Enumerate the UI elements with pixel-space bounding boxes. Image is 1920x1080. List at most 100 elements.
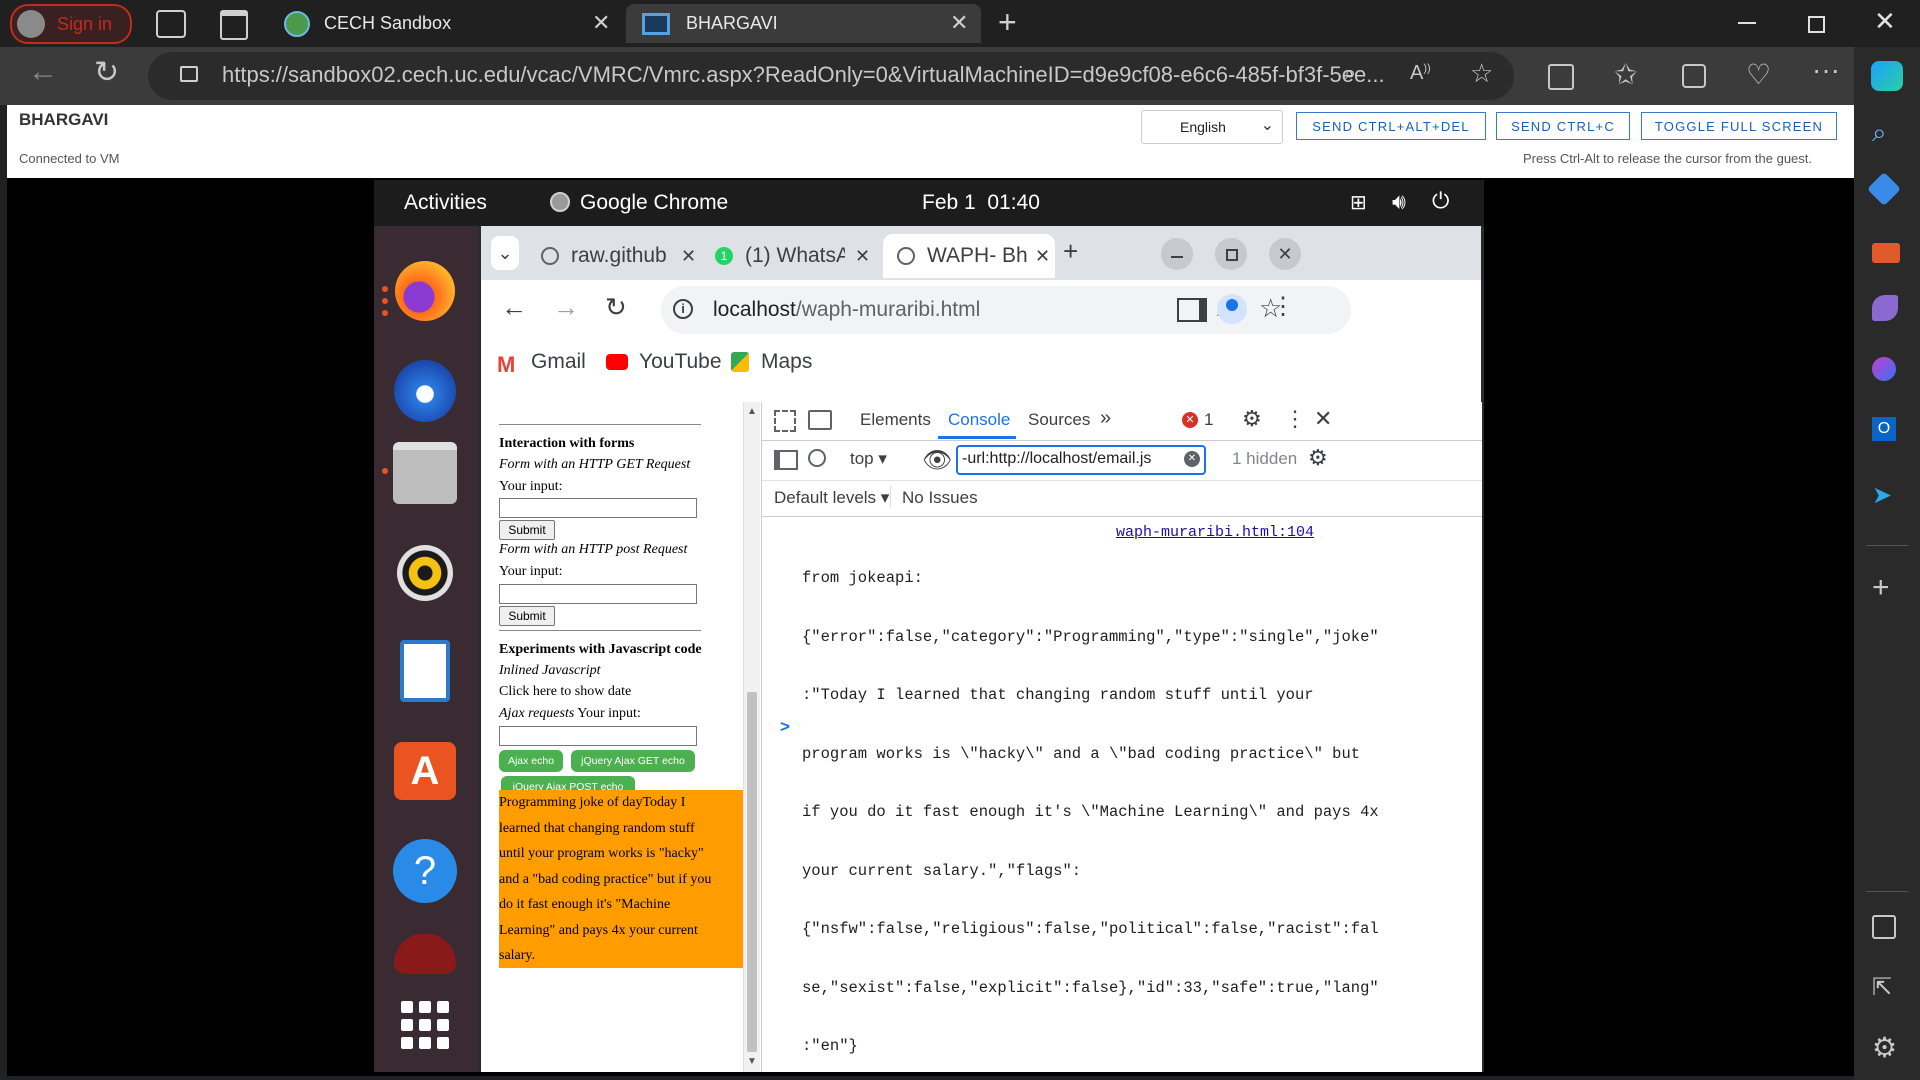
- chrome-tab-whatsapp[interactable]: 1 (1) WhatsA ✕: [705, 234, 875, 278]
- new-tab-icon[interactable]: +: [998, 4, 1017, 41]
- get-input-field[interactable]: [499, 498, 697, 518]
- open-external-icon[interactable]: ⇱: [1872, 973, 1892, 1002]
- partially-hidden-app-icon[interactable]: [392, 934, 458, 974]
- back-icon[interactable]: ←: [28, 55, 58, 89]
- show-date-link[interactable]: Click here to show date: [499, 684, 631, 700]
- rhythmbox-icon[interactable]: [392, 540, 458, 606]
- tab-console[interactable]: Console: [948, 410, 1010, 430]
- live-expression-eye-icon[interactable]: 👁︎: [922, 446, 952, 475]
- minimize-icon[interactable]: [1161, 238, 1193, 270]
- bookmark-youtube[interactable]: YouTube: [639, 350, 722, 374]
- minimize-icon[interactable]: [1738, 22, 1756, 24]
- send-ctrl-alt-del-button[interactable]: SEND CTRL+ALT+DEL: [1296, 112, 1486, 140]
- restore-icon[interactable]: [1215, 238, 1247, 270]
- settings-gear-icon[interactable]: ⚙: [1242, 406, 1262, 432]
- chrome-tab-raw-github[interactable]: raw.github ✕: [527, 234, 697, 278]
- more-menu-icon[interactable]: ···: [1812, 54, 1840, 86]
- device-toolbar-icon[interactable]: [808, 410, 832, 430]
- post-submit-button[interactable]: Submit: [499, 606, 555, 626]
- thunderbird-icon[interactable]: [392, 358, 458, 424]
- console-settings-icon[interactable]: ⚙: [1308, 445, 1328, 471]
- app-menu[interactable]: Google Chrome: [580, 191, 728, 215]
- collections-icon[interactable]: [1682, 64, 1706, 88]
- scrollbar-thumb[interactable]: [747, 692, 757, 1052]
- tab-sources[interactable]: Sources: [1028, 410, 1090, 430]
- close-window-icon[interactable]: ✕: [1874, 6, 1896, 37]
- ubuntu-desktop[interactable]: Activities Google Chrome Feb 1 01:40 ⊞ 🔊…: [374, 180, 1484, 1072]
- page-scrollbar[interactable]: ▲ ▼: [743, 402, 760, 1072]
- context-selector[interactable]: top ▾: [850, 449, 887, 469]
- close-tab-icon[interactable]: ✕: [950, 10, 968, 36]
- firefox-icon[interactable]: [392, 258, 458, 324]
- microsoft365-icon[interactable]: [1872, 357, 1896, 381]
- send-icon[interactable]: ➤: [1872, 481, 1892, 510]
- close-tab-icon[interactable]: ✕: [681, 246, 696, 267]
- console-filter-input[interactable]: -url:http://localhost/email.js ✕: [956, 445, 1206, 475]
- games-icon[interactable]: [1872, 295, 1898, 321]
- side-panel-icon[interactable]: [1177, 298, 1207, 322]
- help-icon[interactable]: ?: [392, 838, 458, 904]
- favorites-icon[interactable]: ✩: [1614, 58, 1637, 91]
- copilot-icon[interactable]: [1871, 61, 1903, 91]
- restore-icon[interactable]: [1808, 16, 1825, 33]
- search-icon[interactable]: ⌕: [1872, 117, 1887, 149]
- clear-filter-icon[interactable]: ✕: [1184, 451, 1200, 467]
- bookmark-gmail[interactable]: Gmail: [531, 350, 586, 374]
- volume-icon[interactable]: 🔊︎: [1392, 189, 1406, 215]
- close-devtools-icon[interactable]: ✕: [1314, 406, 1332, 432]
- sidebar-toggle-icon[interactable]: [774, 450, 798, 470]
- scroll-up-icon[interactable]: ▲: [747, 406, 757, 417]
- app-center-icon[interactable]: A: [392, 738, 458, 804]
- tab-bhargavi[interactable]: BHARGAVI ✕: [626, 4, 981, 43]
- workspaces-icon[interactable]: [156, 10, 186, 38]
- close-tab-icon[interactable]: ✕: [855, 246, 870, 267]
- ajax-echo-button[interactable]: Ajax echo: [499, 750, 563, 772]
- browser-essentials-icon[interactable]: ♡: [1746, 58, 1771, 91]
- inspect-element-icon[interactable]: [774, 410, 796, 432]
- site-info-icon[interactable]: i: [673, 299, 693, 319]
- activities-button[interactable]: Activities: [404, 191, 487, 215]
- clock[interactable]: Feb 1 01:40: [922, 191, 1040, 215]
- settings-gear-icon[interactable]: ⚙: [1872, 1031, 1897, 1064]
- get-submit-button[interactable]: Submit: [499, 520, 555, 540]
- clear-console-icon[interactable]: [808, 449, 826, 467]
- add-icon[interactable]: +: [1872, 571, 1890, 605]
- scroll-down-icon[interactable]: ▼: [747, 1056, 757, 1067]
- network-icon[interactable]: ⊞: [1350, 190, 1367, 215]
- libreoffice-writer-icon[interactable]: [392, 638, 458, 704]
- tab-cech-sandbox[interactable]: CECH Sandbox ✕: [270, 4, 622, 43]
- forward-icon[interactable]: →: [553, 292, 579, 323]
- back-icon[interactable]: ←: [501, 292, 527, 323]
- shopping-tag-icon[interactable]: [1867, 172, 1901, 206]
- hide-sidebar-icon[interactable]: [1872, 915, 1896, 939]
- close-tab-icon[interactable]: ✕: [592, 10, 610, 36]
- error-icon[interactable]: ✕: [1182, 412, 1198, 428]
- jquery-ajax-get-button[interactable]: jQuery Ajax GET echo: [571, 750, 695, 772]
- devtools-menu-icon[interactable]: ⋮: [1284, 406, 1306, 432]
- tools-icon[interactable]: [1872, 243, 1900, 263]
- chrome-menu-icon[interactable]: ⋮: [1271, 292, 1295, 321]
- more-tabs-icon[interactable]: »: [1100, 407, 1111, 430]
- tab-search-button[interactable]: ⌄: [491, 236, 519, 270]
- chrome-tab-waph[interactable]: WAPH- Bha ✕: [883, 234, 1055, 278]
- tab-elements[interactable]: Elements: [860, 410, 931, 430]
- reload-icon[interactable]: ↻: [605, 292, 627, 323]
- profile-avatar[interactable]: [1217, 294, 1247, 324]
- log-levels-dropdown[interactable]: Default levels ▾: [774, 488, 889, 508]
- refresh-icon[interactable]: ↻: [94, 55, 119, 90]
- files-icon[interactable]: [392, 440, 458, 506]
- profile-signin-button[interactable]: Sign in: [10, 4, 132, 44]
- outlook-icon[interactable]: O: [1872, 417, 1896, 441]
- power-icon[interactable]: ⏻: [1432, 188, 1449, 214]
- error-count[interactable]: 1: [1204, 410, 1213, 430]
- new-tab-icon[interactable]: +: [1063, 236, 1078, 267]
- omnibox[interactable]: i localhost/waph-muraribi.html ⌕ ☆: [661, 286, 1351, 334]
- post-input-field[interactable]: [499, 584, 697, 604]
- close-window-icon[interactable]: ✕: [1269, 238, 1301, 270]
- issues-status[interactable]: No Issues: [902, 488, 978, 508]
- show-apps-grid-icon[interactable]: [392, 992, 458, 1058]
- send-ctrl-c-button[interactable]: SEND CTRL+C: [1496, 112, 1630, 140]
- close-tab-icon[interactable]: ✕: [1035, 246, 1050, 267]
- ajax-input-field[interactable]: [499, 726, 697, 746]
- read-aloud-icon[interactable]: A)): [1410, 62, 1431, 85]
